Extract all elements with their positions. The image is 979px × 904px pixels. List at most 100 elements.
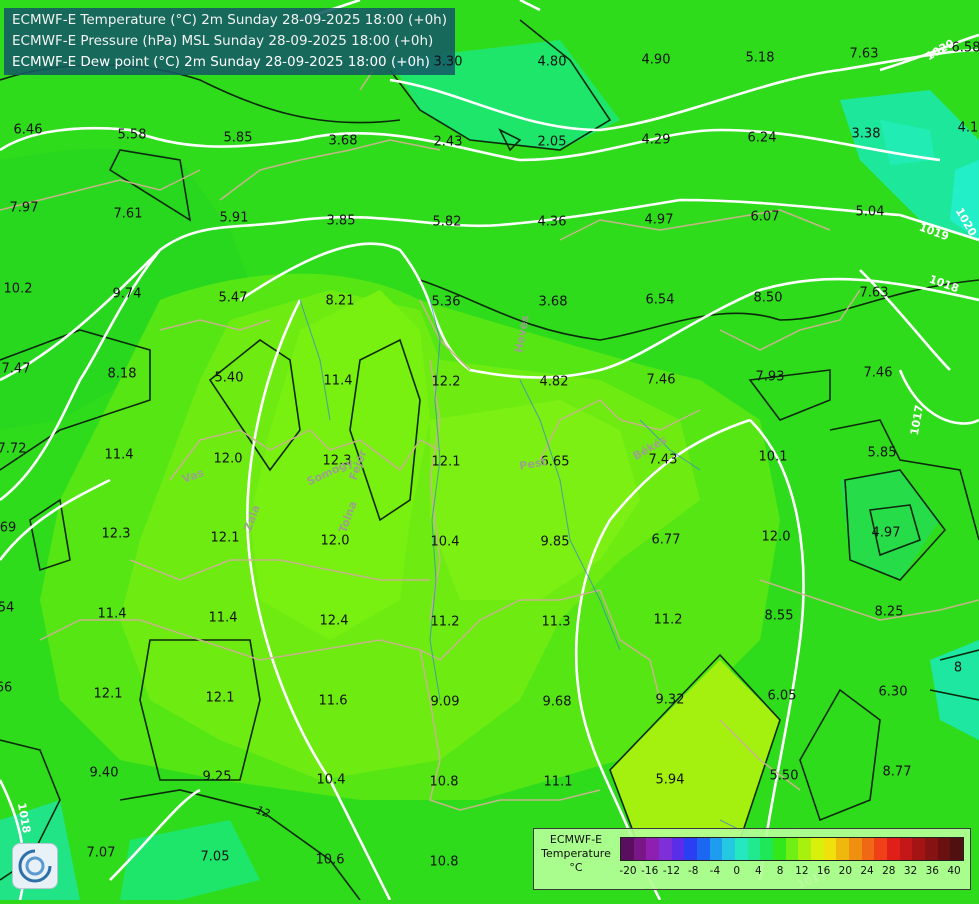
station-value: 7.05 — [200, 849, 230, 865]
station-value: 5.18 — [745, 50, 775, 66]
station-value: 9.68 — [542, 694, 572, 710]
station-value: 4.29 — [641, 132, 671, 148]
legend-title-line1: ECMWF-E — [549, 833, 603, 846]
station-value: 8.77 — [882, 764, 912, 780]
legend-tick: 36 — [925, 865, 939, 877]
temperature-legend: ECMWF-E Temperature °C -20 -16 -12 -8 -4 0 4 8 1… — [533, 828, 971, 890]
legend-title-line3: °C — [569, 861, 583, 874]
legend-swatch — [722, 838, 736, 860]
legend-tick: 8 — [776, 865, 784, 877]
legend-tick: -20 — [619, 865, 637, 877]
layer-title-temperature[interactable]: ECMWF-E Temperature (°C) 2m Sunday 28-09… — [12, 10, 447, 31]
station-value: 12.0 — [761, 529, 791, 545]
legend-swatch — [621, 838, 634, 860]
weather-map[interactable] — [0, 0, 979, 901]
legend-swatch — [836, 838, 850, 860]
station-value: 12.2 — [431, 374, 461, 390]
station-value: 11.4 — [208, 610, 238, 626]
station-value: 11.6 — [318, 693, 348, 709]
legend-swatch — [874, 838, 888, 860]
legend-color-bar — [620, 837, 964, 861]
legend-tick: -4 — [709, 865, 721, 877]
station-value: 11.4 — [104, 447, 134, 463]
legend-swatch — [709, 838, 723, 860]
legend-tick: 24 — [860, 865, 874, 877]
station-value: 9.09 — [430, 694, 460, 710]
station-value: 7.63 — [859, 285, 889, 301]
legend-swatch — [684, 838, 698, 860]
layer-title-pressure[interactable]: ECMWF-E Pressure (hPa) MSL Sunday 28-09-… — [12, 31, 447, 52]
legend-tick: -16 — [641, 865, 659, 877]
station-value: 6.05 — [767, 688, 797, 704]
station-value: 10.2 — [3, 281, 33, 297]
station-value: 3.68 — [328, 133, 358, 149]
legend-swatch — [912, 838, 926, 860]
station-value: 11.3 — [541, 614, 571, 630]
station-value: 9.32 — [655, 692, 685, 708]
station-value: 10.8 — [429, 854, 459, 870]
station-value: 12.1 — [93, 686, 123, 702]
station-value: 12.1 — [205, 690, 235, 706]
legend-ticks: -20 -16 -12 -8 -4 0 4 8 12 16 20 24 28 32 36 40 — [619, 865, 962, 879]
legend-swatch — [798, 838, 812, 860]
station-value: 7.46 — [646, 372, 676, 388]
station-value: 12.0 — [213, 451, 243, 467]
station-value: 12.1 — [210, 530, 240, 546]
station-value: 12.0 — [320, 533, 350, 549]
legend-swatch — [747, 838, 761, 860]
station-value: 8.55 — [764, 608, 794, 624]
station-value: 10.4 — [316, 772, 346, 788]
legend-swatch — [671, 838, 685, 860]
station-value: 4.97 — [871, 525, 901, 541]
station-value: 7.72 — [0, 441, 27, 457]
station-value: 69 — [0, 520, 17, 536]
station-value: 7.07 — [86, 845, 116, 861]
legend-swatch — [861, 838, 875, 860]
station-value: 5.85 — [223, 130, 253, 146]
station-value: 11.2 — [430, 614, 460, 630]
station-value: 4.80 — [537, 54, 567, 70]
station-value: 5.82 — [432, 214, 462, 230]
legend-swatch — [633, 838, 647, 860]
station-value: 5.47 — [218, 290, 248, 306]
station-value: 4.36 — [537, 214, 567, 230]
legend-tick: 28 — [882, 865, 896, 877]
legend-tick: -12 — [662, 865, 681, 877]
station-value: 66 — [0, 680, 13, 696]
legend-swatch — [760, 838, 774, 860]
layer-title-dewpoint[interactable]: ECMWF-E Dew point (°C) 2m Sunday 28-09-2… — [12, 52, 447, 73]
station-value: 7.93 — [755, 369, 785, 385]
station-value: 6.30 — [878, 684, 908, 700]
station-value: 12.3 — [101, 526, 131, 542]
station-value: 11.4 — [323, 373, 353, 389]
legend-tick: 40 — [947, 865, 961, 877]
station-value: 8.50 — [753, 290, 783, 306]
station-value: 7.61 — [113, 206, 143, 222]
station-value: 7.63 — [849, 46, 879, 62]
station-value: 9.40 — [89, 765, 119, 781]
legend-title-line2: Temperature — [541, 847, 611, 860]
station-value: 7.43 — [648, 452, 678, 468]
station-value: 5.58 — [117, 127, 147, 143]
station-value: 3.85 — [326, 213, 356, 229]
station-value: 10.8 — [429, 774, 459, 790]
station-value: 6.07 — [750, 209, 780, 225]
station-value: 3.30 — [433, 54, 463, 70]
station-value: 8 — [953, 660, 963, 676]
station-value: 4.82 — [539, 374, 569, 390]
station-value: 7.47 — [1, 361, 31, 377]
station-value: 5.36 — [431, 294, 461, 310]
station-value: 4.97 — [644, 212, 674, 228]
station-value: 10.6 — [315, 852, 345, 868]
station-value: 5.94 — [655, 772, 685, 788]
station-value: 3.68 — [538, 294, 568, 310]
station-value: 10.4 — [430, 534, 460, 550]
station-value: 4.1 — [957, 120, 979, 136]
station-value: 9.25 — [202, 769, 232, 785]
layer-title-box: ECMWF-E Temperature (°C) 2m Sunday 28-09… — [4, 8, 455, 75]
legend-swatch — [811, 838, 824, 860]
legend-tick: 4 — [755, 865, 762, 877]
station-value: 7.46 — [863, 365, 893, 381]
legend-swatch — [925, 838, 938, 860]
map-canvas — [0, 0, 979, 901]
